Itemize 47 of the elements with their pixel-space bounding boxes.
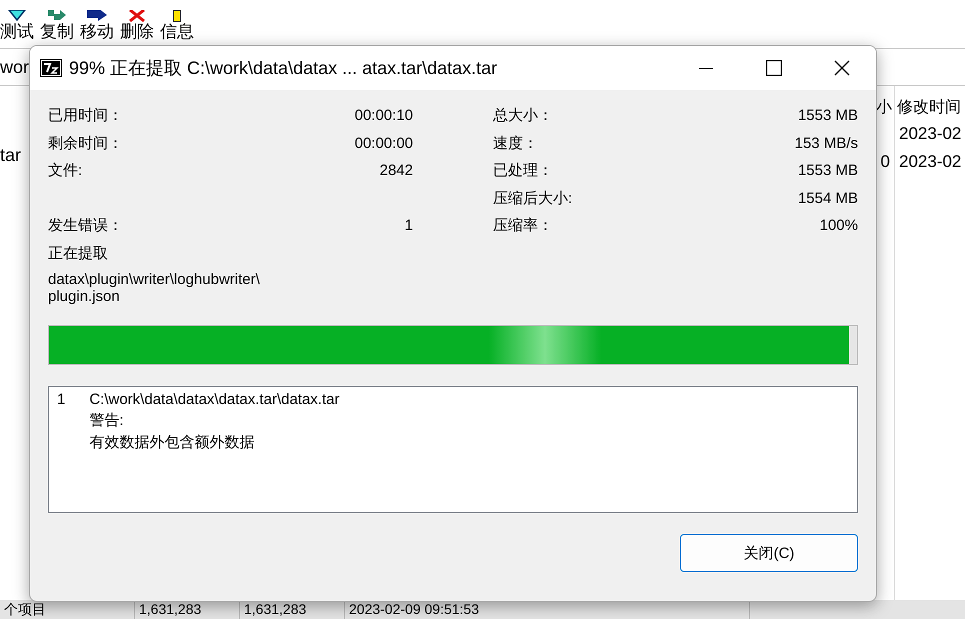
- file-path: plugin.json: [48, 288, 121, 305]
- stat-label: 总大小：: [493, 106, 553, 126]
- message-text: 警告:: [89, 411, 125, 430]
- status-text: 1,631,283: [244, 601, 306, 617]
- toolbar-button[interactable]: 测试: [0, 10, 34, 42]
- column-header[interactable]: 修改时间: [895, 96, 963, 118]
- toolbar-button[interactable]: 移动: [80, 10, 114, 42]
- status-text: 2023-02-09 09:51:53: [349, 601, 479, 617]
- status-text: 个项目: [4, 601, 46, 617]
- stat-label: 速度：: [493, 134, 538, 153]
- status-label: 正在提取: [48, 244, 108, 263]
- stat-value: 153 MB/s: [794, 134, 858, 152]
- stat-value: 100%: [820, 217, 858, 234]
- stat-label: 压缩后大小:: [493, 188, 572, 208]
- app-icon: [40, 59, 62, 77]
- window-title: 99% 正在提取 C:\work\data\datax ... atax.tar\datax.tar: [69, 57, 498, 80]
- toolbar-button[interactable]: 复制: [40, 10, 74, 42]
- message-number: 1: [57, 391, 66, 410]
- toolbar-button[interactable]: 信息: [160, 10, 194, 42]
- toolbar-button[interactable]: 删除: [120, 10, 154, 42]
- stat-label: 已用时间：: [48, 106, 123, 126]
- maximize-icon: [766, 60, 782, 76]
- stat-value: 00:00:10: [354, 107, 413, 124]
- stat-label: 文件:: [48, 161, 82, 180]
- close-dialog-button[interactable]: 关闭(C): [680, 534, 858, 572]
- info-icon: [173, 10, 181, 22]
- stat-value: 1553 MB: [798, 107, 858, 124]
- stat-label: 已处理：: [493, 161, 553, 180]
- status-text: 1,631,283: [139, 601, 202, 617]
- stat-value: 1: [404, 217, 413, 234]
- address-field[interactable]: wor: [0, 56, 60, 78]
- stat-label: 剩余时间：: [48, 134, 123, 153]
- close-icon: [834, 60, 850, 76]
- file-name: tar: [0, 145, 22, 166]
- stat-label: 发生错误：: [48, 216, 123, 236]
- table-cell: 0: [880, 152, 890, 172]
- message-text: 有效数据外包含额外数据: [89, 433, 256, 452]
- message-text: C:\work\data\datax\datax.tar\datax.tar: [89, 391, 340, 408]
- stat-value: 2842: [380, 162, 413, 180]
- stat-value: 00:00:00: [354, 134, 413, 152]
- column-header[interactable]: 小: [874, 96, 894, 118]
- file-path: datax\plugin\writer\loghubwriter\: [48, 271, 261, 288]
- stat-value: 1554 MB: [798, 190, 858, 207]
- table-cell: 2023-02: [899, 152, 962, 172]
- table-cell: 2023-02: [899, 124, 962, 144]
- stat-value: 1553 MB: [798, 162, 858, 180]
- stat-label: 压缩率：: [493, 216, 553, 236]
